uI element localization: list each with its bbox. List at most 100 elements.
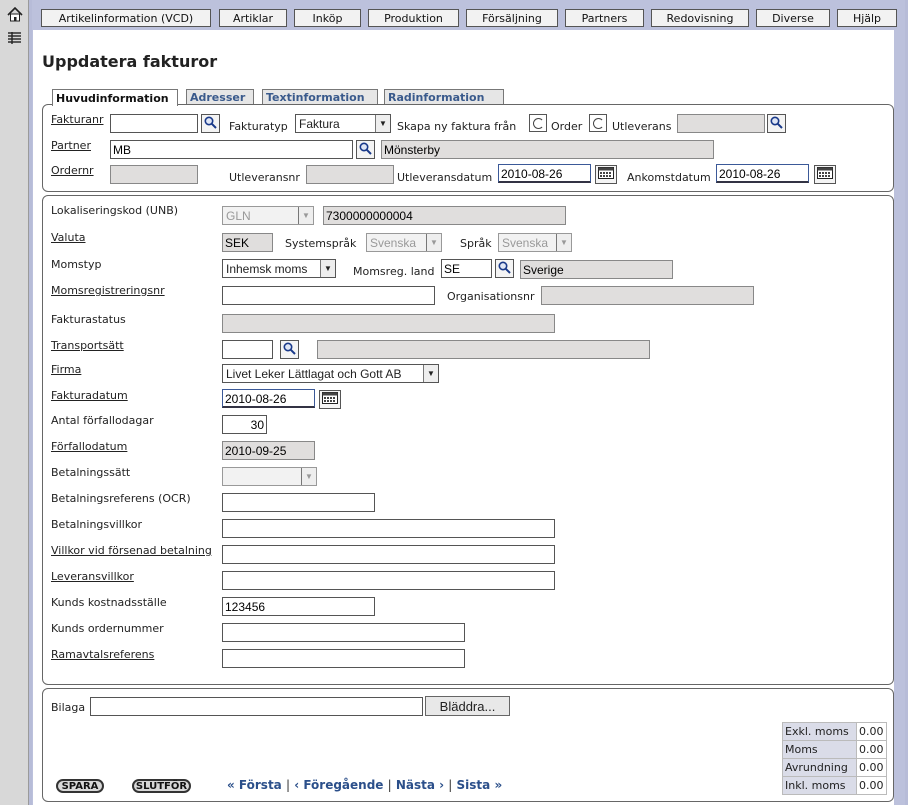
- leverans-input[interactable]: [222, 571, 555, 590]
- betalningssatt-select[interactable]: ▼: [222, 467, 317, 486]
- ordernummer-input[interactable]: [222, 623, 465, 642]
- spara-button[interactable]: SPARA: [56, 779, 104, 793]
- momstyp-select[interactable]: Inhemsk moms ▼: [222, 259, 336, 278]
- nav-hjalp[interactable]: Hjälp: [837, 9, 897, 27]
- tab-adresser[interactable]: Adresser: [186, 89, 254, 105]
- ramavtal-label: Ramavtalsreferens: [51, 648, 155, 661]
- momsregnr-label: Momsregistreringsnr: [51, 284, 165, 297]
- page-title: Uppdatera fakturor: [42, 52, 218, 71]
- first-link[interactable]: « Första: [227, 778, 282, 792]
- menu-icon[interactable]: [6, 29, 23, 46]
- fakturatyp-select[interactable]: Faktura ▼: [295, 114, 391, 133]
- lokal-type-value: GLN: [226, 209, 251, 223]
- partner-input[interactable]: MB: [110, 140, 353, 159]
- last-link[interactable]: Sista »: [457, 778, 503, 792]
- fakturanr-input[interactable]: [110, 114, 198, 133]
- search-icon: [359, 141, 372, 158]
- villkor-input[interactable]: [222, 519, 555, 538]
- utleverans-radio[interactable]: [589, 114, 607, 132]
- chevron-down-icon: ▼: [426, 234, 441, 251]
- search-icon: [770, 115, 783, 132]
- ankomstdatum-calendar-button[interactable]: [814, 165, 836, 184]
- antal-input[interactable]: 30: [222, 415, 267, 434]
- next-link[interactable]: Nästa ›: [396, 778, 444, 792]
- momsland-input[interactable]: SE: [441, 259, 492, 278]
- ocr-label: Betalningsreferens (OCR): [51, 492, 191, 505]
- total-row: Exkl. moms 0.00: [782, 722, 887, 741]
- bilaga-input[interactable]: [90, 697, 423, 716]
- systemsprak-value: Svenska: [370, 236, 417, 250]
- nav-artikelinformation[interactable]: Artikelinformation (VCD): [41, 9, 211, 27]
- momstyp-label: Momstyp: [51, 258, 102, 271]
- fakturanr-search-button[interactable]: [201, 114, 220, 133]
- home-icon[interactable]: [6, 6, 23, 23]
- utleveransnr-input: [306, 165, 394, 184]
- sprak-value: Svenska: [502, 236, 549, 250]
- nav-partners[interactable]: Partners: [565, 9, 644, 27]
- tab-radinformation[interactable]: Radinformation: [384, 89, 504, 105]
- fakturanr-label: Fakturanr: [51, 113, 104, 126]
- betalningssatt-label: Betalningssätt: [51, 466, 131, 479]
- villkor-label: Betalningsvillkor: [51, 518, 143, 531]
- slutfor-button[interactable]: SLUTFÖR: [132, 779, 191, 793]
- order-radio[interactable]: [529, 114, 547, 132]
- kostnad-input[interactable]: 123456: [222, 597, 375, 616]
- nav-inkop[interactable]: Inköp: [294, 9, 361, 27]
- fakturadatum-calendar-button[interactable]: [319, 390, 341, 409]
- total-value: 0.00: [856, 776, 887, 795]
- leverans-label: Leveransvillkor: [51, 570, 134, 583]
- nav-artiklar[interactable]: Artiklar: [219, 9, 287, 27]
- firma-value: Livet Leker Lättlagat och Gott AB: [226, 367, 402, 381]
- fakturadatum-input[interactable]: 2010-08-26: [222, 389, 315, 408]
- partner-name-field: Mönsterby: [381, 140, 714, 159]
- tab-textinformation[interactable]: Textinformation: [262, 89, 378, 105]
- total-value: 0.00: [856, 740, 887, 759]
- nav-forsaljning[interactable]: Försäljning: [466, 9, 558, 27]
- ankomstdatum-label: Ankomstdatum: [627, 171, 711, 184]
- pager: « Första | ‹ Föregående | Nästa › | Sist…: [227, 778, 502, 792]
- previous-link[interactable]: ‹ Föregående: [294, 778, 383, 792]
- firma-select[interactable]: Livet Leker Lättlagat och Gott AB ▼: [222, 364, 439, 383]
- totals-table: Exkl. moms 0.00 Moms 0.00 Avrundning 0.00 I…: [782, 722, 887, 795]
- partner-search-button[interactable]: [356, 140, 375, 159]
- partner-label: Partner: [51, 139, 91, 152]
- total-label: Exkl. moms: [782, 722, 857, 741]
- tab-huvudinformation[interactable]: Huvudinformation: [52, 89, 178, 106]
- ordernummer-label: Kunds ordernummer: [51, 622, 164, 635]
- ordernr-label: Ordernr: [51, 164, 94, 177]
- order-label: Order: [551, 120, 583, 133]
- search-icon: [204, 115, 217, 132]
- forsenad-input[interactable]: [222, 545, 555, 564]
- nav-produktion[interactable]: Produktion: [368, 9, 459, 27]
- utleveransnr-label: Utleveransnr: [229, 171, 300, 184]
- ankomstdatum-input[interactable]: 2010-08-26: [716, 164, 809, 183]
- chevron-down-icon: ▼: [556, 234, 571, 251]
- pager-separator: |: [285, 778, 291, 792]
- browse-button[interactable]: Bläddra...: [425, 696, 510, 716]
- fakturatyp-label: Fakturatyp: [229, 120, 288, 133]
- nav-redovisning[interactable]: Redovisning: [651, 9, 749, 27]
- valuta-field: SEK: [222, 233, 273, 252]
- orgnr-field: [541, 286, 754, 305]
- pager-separator: |: [448, 778, 453, 792]
- utleverans-search-button[interactable]: [767, 114, 786, 133]
- utleveransdatum-input[interactable]: 2010-08-26: [498, 164, 591, 183]
- chevron-down-icon: ▼: [301, 468, 316, 485]
- skapa-label: Skapa ny faktura från: [397, 120, 517, 133]
- transport-input[interactable]: [222, 340, 273, 359]
- chevron-down-icon: ▼: [320, 260, 335, 277]
- side-toolbar: [0, 0, 29, 805]
- bilaga-label: Bilaga: [51, 701, 86, 714]
- utleveransdatum-calendar-button[interactable]: [595, 165, 617, 184]
- search-icon: [283, 341, 296, 358]
- nav-diverse[interactable]: Diverse: [756, 9, 830, 27]
- forfallodatum-field: 2010-09-25: [222, 441, 315, 460]
- momsregnr-input[interactable]: [222, 286, 435, 305]
- momsland-search-button[interactable]: [495, 259, 514, 278]
- fakturatyp-value: Faktura: [299, 117, 340, 131]
- ramavtal-input[interactable]: [222, 649, 465, 668]
- transport-search-button[interactable]: [280, 340, 299, 359]
- ocr-input[interactable]: [222, 493, 375, 512]
- calendar-icon: [817, 167, 833, 182]
- momsland-label: Momsreg. land: [353, 265, 435, 278]
